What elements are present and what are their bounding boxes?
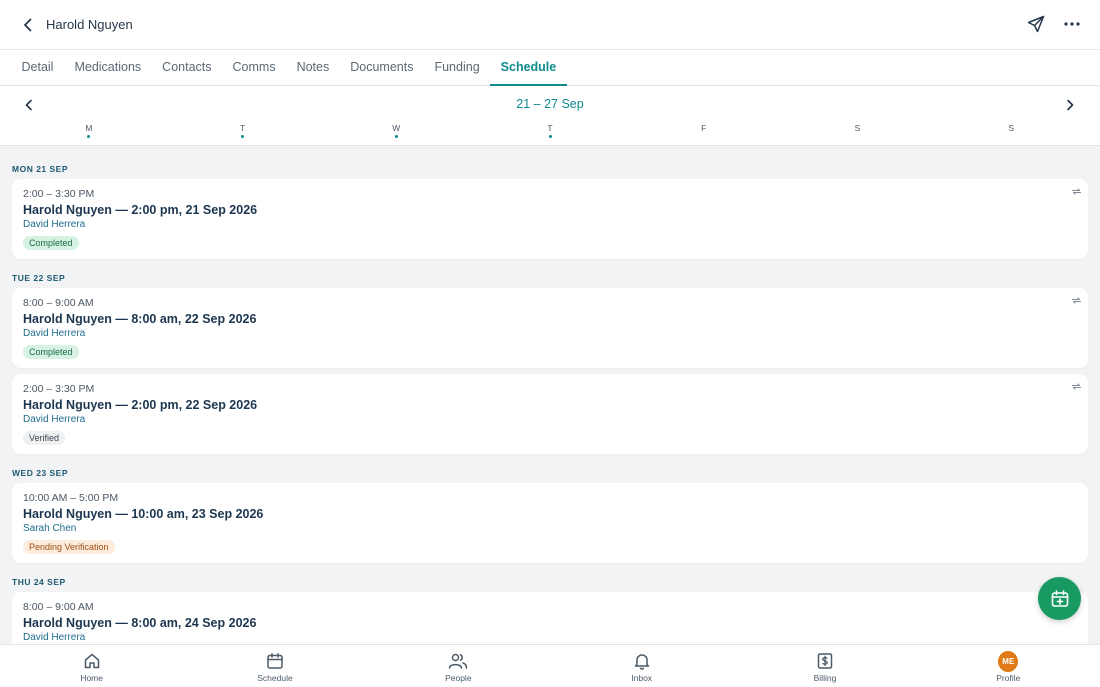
date-heading: MON 21 SEP	[12, 164, 69, 174]
next-week-button[interactable]	[1061, 96, 1079, 114]
week-day-letter: F	[701, 123, 707, 133]
appointment-card[interactable]: 8:00 – 9:00 AM Harold Nguyen — 8:00 am, 2…	[12, 288, 1088, 368]
assigned-worker: David Herrera	[23, 414, 86, 425]
bell-icon	[632, 651, 652, 671]
nav-label: People	[445, 673, 472, 683]
week-day-letter: M	[85, 123, 93, 133]
repeat-icon	[1071, 379, 1082, 390]
nav-label: Home	[80, 673, 103, 683]
people-icon	[448, 651, 468, 671]
event-indicator-dot	[702, 135, 705, 138]
week-day-1[interactable]: T	[166, 123, 320, 141]
appointment-title: Harold Nguyen — 8:00 am, 22 Sep 2026	[23, 312, 257, 326]
nav-item-home[interactable]: Home	[0, 645, 183, 687]
status-badge: Completed	[23, 236, 79, 250]
nav-item-inbox[interactable]: Inbox	[550, 645, 733, 687]
tab-comms[interactable]: Comms	[222, 50, 286, 86]
event-indicator-dot	[548, 135, 552, 138]
back-button[interactable]	[18, 15, 38, 35]
appointment-card[interactable]: 2:00 – 3:30 PM Harold Nguyen — 2:00 pm, 2…	[12, 374, 1088, 454]
calendar-icon	[265, 651, 285, 671]
week-day-5[interactable]: S	[781, 123, 935, 141]
nav-label: Inbox	[631, 673, 653, 683]
appointment-time: 2:00 – 3:30 PM	[23, 383, 95, 395]
assigned-worker: David Herrera	[23, 632, 86, 643]
tab-documents[interactable]: Documents	[340, 50, 424, 86]
tab-contacts[interactable]: Contacts	[152, 50, 222, 86]
send-icon	[1027, 15, 1045, 33]
chevron-right-icon	[1067, 99, 1074, 111]
appointment-time: 8:00 – 9:00 AM	[23, 601, 94, 613]
assigned-worker: Sarah Chen	[23, 523, 77, 534]
billing-icon	[815, 651, 835, 671]
week-day-letter: S	[1008, 123, 1014, 133]
tab-schedule[interactable]: Schedule	[490, 50, 567, 86]
week-day-2[interactable]: W	[319, 123, 473, 141]
week-range-label: 21 – 27 Sep	[516, 97, 584, 111]
week-day-letter: W	[392, 123, 401, 133]
nav-label: Profile	[996, 673, 1021, 683]
page-title: Harold Nguyen	[46, 17, 133, 32]
nav-item-profile[interactable]: ME Profile	[917, 645, 1100, 687]
week-day-letter: T	[547, 123, 553, 133]
week-day-letter: S	[854, 123, 861, 133]
appointment-time: 2:00 – 3:30 PM	[23, 188, 95, 200]
assigned-worker: David Herrera	[23, 328, 86, 339]
home-icon	[82, 651, 102, 671]
appointment-card[interactable]: 2:00 – 3:30 PM Harold Nguyen — 2:00 pm, 2…	[12, 179, 1088, 259]
more-options-button[interactable]	[1062, 14, 1082, 34]
status-badge: Completed	[23, 345, 79, 359]
week-day-3[interactable]: T	[473, 123, 627, 141]
bottom-navigation: Home Schedule People Inbox Billing ME Profile	[0, 644, 1100, 687]
calendar-add-icon	[1051, 589, 1068, 607]
add-appointment-button[interactable]	[1038, 577, 1081, 620]
event-indicator-dot	[1010, 135, 1013, 138]
week-day-0[interactable]: M	[12, 123, 166, 141]
appointment-title: Harold Nguyen — 8:00 am, 24 Sep 2026	[23, 616, 257, 630]
event-indicator-dot	[394, 135, 398, 138]
tab-medications[interactable]: Medications	[64, 50, 152, 86]
status-badge: Verified	[23, 431, 66, 445]
week-day-4[interactable]: F	[627, 123, 781, 141]
appointment-card[interactable]: 8:00 – 9:00 AM Harold Nguyen — 8:00 am, 2…	[12, 592, 1088, 644]
appointment-title: Harold Nguyen — 10:00 am, 23 Sep 2026	[23, 507, 264, 521]
appointment-title: Harold Nguyen — 2:00 pm, 21 Sep 2026	[23, 203, 258, 217]
week-day-letter: T	[239, 123, 246, 133]
tab-notes[interactable]: Notes	[286, 50, 340, 86]
appointment-title: Harold Nguyen — 2:00 pm, 22 Sep 2026	[23, 398, 258, 412]
tab-detail[interactable]: Detail	[11, 50, 64, 86]
date-heading: WED 23 SEP	[12, 468, 69, 478]
event-indicator-dot	[87, 135, 91, 138]
top-bar: Harold Nguyen	[0, 0, 1100, 50]
more-horizontal-icon	[1064, 22, 1080, 26]
event-indicator-dot	[241, 135, 245, 138]
nav-item-billing[interactable]: Billing	[733, 645, 916, 687]
tab-bar: Detail Medications Contacts Comms Notes Docum…	[0, 50, 1100, 86]
nav-item-schedule[interactable]: Schedule	[183, 645, 366, 687]
assigned-worker: David Herrera	[23, 219, 86, 230]
avatar: ME	[998, 650, 1019, 672]
schedule-list[interactable]: MON 21 SEP 2:00 – 3:30 PM Harold Nguyen — …	[12, 146, 1088, 644]
send-button[interactable]	[1026, 14, 1046, 34]
date-heading: TUE 22 SEP	[12, 273, 66, 283]
repeat-icon	[1071, 184, 1082, 195]
tab-funding[interactable]: Funding	[424, 50, 490, 86]
nav-label: Billing	[813, 673, 837, 683]
header-actions	[1026, 14, 1082, 34]
repeat-icon	[1071, 293, 1082, 304]
week-selector: 21 – 27 Sep M T W T F S S	[0, 86, 1100, 146]
week-days: MTWTFSS	[12, 123, 1088, 141]
week-day-6[interactable]: S	[934, 123, 1088, 141]
nav-item-people[interactable]: People	[367, 645, 550, 687]
event-indicator-dot	[856, 135, 859, 138]
nav-label: Schedule	[257, 673, 293, 683]
avatar-initials: ME	[998, 650, 1019, 672]
status-badge: Pending Verification	[23, 540, 115, 554]
chevron-left-icon	[24, 18, 32, 31]
appointment-time: 10:00 AM – 5:00 PM	[23, 492, 119, 504]
appointment-card[interactable]: 10:00 AM – 5:00 PM Harold Nguyen — 10:00 …	[12, 483, 1088, 563]
appointment-time: 8:00 – 9:00 AM	[23, 297, 94, 309]
date-heading: THU 24 SEP	[12, 577, 66, 587]
